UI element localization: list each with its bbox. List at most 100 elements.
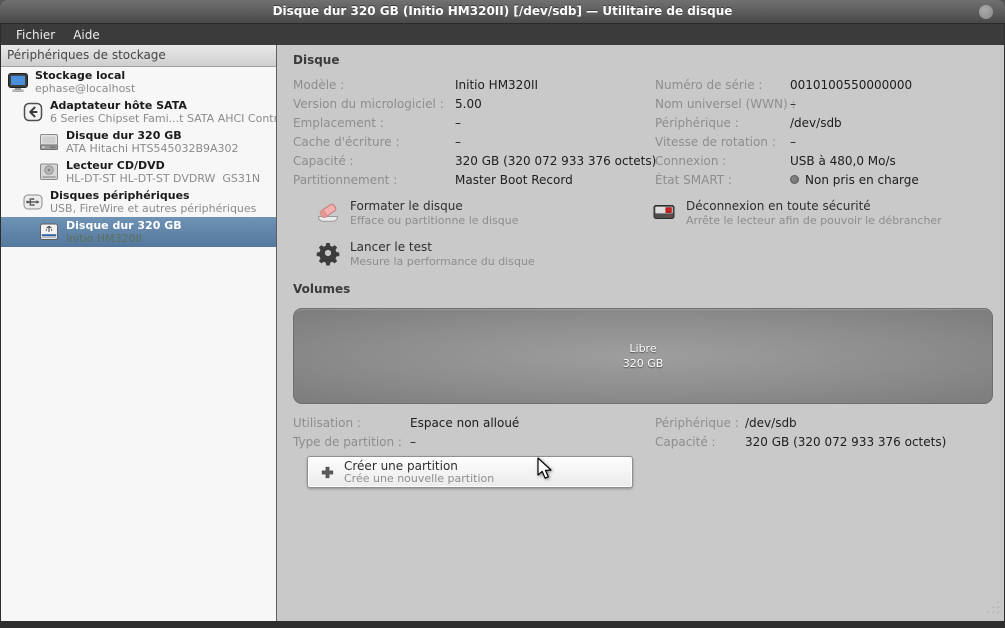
field-value: Espace non alloué bbox=[410, 416, 519, 430]
action-title: Déconnexion en toute sécurité bbox=[686, 199, 942, 214]
sidebar-item-disque-dur-320gb-ata[interactable]: Disque dur 320 GBATA Hitachi HTS545032B9… bbox=[1, 127, 276, 157]
disk-fields-right: Numéro de série :0010100550000000Nom uni… bbox=[655, 75, 992, 189]
resize-grip[interactable] bbox=[985, 599, 1002, 620]
usb-icon bbox=[22, 191, 44, 213]
field-row: Connexion :USB à 480,0 Mo/s bbox=[655, 151, 992, 170]
gear-icon bbox=[315, 240, 341, 266]
field-label: Numéro de série : bbox=[655, 78, 790, 92]
field-row: Vitesse de rotation :– bbox=[655, 132, 992, 151]
titlebar[interactable]: Disque dur 320 GB (Initio HM320II) [/dev… bbox=[0, 0, 1005, 24]
field-label: Périphérique : bbox=[655, 416, 745, 430]
create-partition-subtitle: Crée une nouvelle partition bbox=[344, 473, 494, 485]
sata-adapter-icon bbox=[22, 101, 44, 123]
sidebar-item-title: Adaptateur hôte SATA bbox=[50, 99, 276, 112]
field-row: Utilisation :Espace non alloué bbox=[293, 413, 655, 432]
volume-fields: Utilisation :Espace non allouéType de pa… bbox=[293, 413, 992, 451]
create-partition-title: Créer une partition bbox=[344, 460, 494, 473]
field-row: Type de partition :– bbox=[293, 432, 655, 451]
main-panel: Disque Modèle :Initio HM320IIVersion du … bbox=[277, 45, 1004, 621]
sidebar-item-title: Disques périphériques bbox=[50, 189, 256, 202]
menu-fichier[interactable]: Fichier bbox=[7, 26, 64, 44]
benchmark-button[interactable]: Lancer le testMesure la performance du d… bbox=[315, 240, 651, 268]
volume-free-label: Libre bbox=[629, 341, 656, 356]
disk-utility-window: Disque dur 320 GB (Initio HM320II) [/dev… bbox=[0, 0, 1005, 628]
field-label: Capacité : bbox=[293, 154, 455, 168]
volume-free-segment[interactable]: Libre 320 GB bbox=[293, 308, 993, 404]
disk-fields-left: Modèle :Initio HM320IIVersion du microlo… bbox=[293, 75, 655, 189]
sidebar-item-subtitle: 6 Series Chipset Fami...t SATA AHCI Cont… bbox=[50, 112, 276, 125]
field-value: 0010100550000000 bbox=[790, 78, 912, 92]
window-title: Disque dur 320 GB (Initio HM320II) [/dev… bbox=[0, 0, 1005, 23]
field-row: Modèle :Initio HM320II bbox=[293, 75, 655, 94]
field-label: Nom universel (WWN) : bbox=[655, 97, 790, 111]
create-partition-button[interactable]: Créer une partition Crée une nouvelle pa… bbox=[307, 456, 633, 488]
sidebar-item-adaptateur-hote-sata[interactable]: Adaptateur hôte SATA6 Series Chipset Fam… bbox=[1, 97, 276, 127]
sidebar-item-subtitle: ephase@localhost bbox=[35, 82, 135, 95]
volume-fields-right: Périphérique :/dev/sdbCapacité :320 GB (… bbox=[655, 413, 992, 451]
sidebar-item-stockage-local[interactable]: Stockage localephase@localhost bbox=[1, 67, 276, 97]
field-value: /dev/sdb bbox=[790, 116, 842, 130]
sidebar-item-subtitle: HL-DT-ST HL-DT-ST DVDRW GS31N bbox=[66, 172, 260, 185]
sidebar-item-title: Disque dur 320 GB bbox=[66, 219, 182, 232]
action-subtitle: Arrête le lecteur afin de pouvoir le déb… bbox=[686, 214, 942, 227]
field-label: Périphérique : bbox=[655, 116, 790, 130]
field-label: Vitesse de rotation : bbox=[655, 135, 790, 149]
sidebar-item-subtitle: Initio HM320II bbox=[66, 232, 182, 245]
action-title: Lancer le test bbox=[350, 240, 535, 255]
sidebar-item-lecteur-cd-dvd[interactable]: Lecteur CD/DVDHL-DT-ST HL-DT-ST DVDRW GS… bbox=[1, 157, 276, 187]
field-row: Numéro de série :0010100550000000 bbox=[655, 75, 992, 94]
field-value: 320 GB (320 072 933 376 octets) bbox=[745, 435, 946, 449]
disk-fields: Modèle :Initio HM320IIVersion du microlo… bbox=[293, 75, 992, 189]
usb-drive-icon bbox=[38, 221, 60, 243]
sidebar-item-disque-dur-320gb-usb[interactable]: Disque dur 320 GBInitio HM320II bbox=[1, 217, 276, 247]
field-value: 320 GB (320 072 933 376 octets) bbox=[455, 154, 656, 168]
computer-icon bbox=[7, 71, 29, 93]
field-label: Modèle : bbox=[293, 78, 455, 92]
field-value: – bbox=[790, 135, 796, 149]
action-title: Formater le disque bbox=[350, 199, 519, 214]
field-row: Périphérique :/dev/sdb bbox=[655, 413, 992, 432]
field-row: Capacité :320 GB (320 072 933 376 octets… bbox=[655, 432, 992, 451]
field-label: Utilisation : bbox=[293, 416, 410, 430]
field-value: Non pris en charge bbox=[790, 173, 919, 187]
hard-disk-icon bbox=[38, 131, 60, 153]
smart-status-dot-icon bbox=[790, 175, 799, 184]
disk-section-heading: Disque bbox=[293, 53, 992, 67]
device-tree: Stockage localephase@localhostAdaptateur… bbox=[1, 67, 276, 247]
eraser-icon bbox=[315, 199, 341, 225]
field-row: Partitionnement :Master Boot Record bbox=[293, 170, 655, 189]
window-control-button[interactable] bbox=[979, 5, 993, 19]
field-label: Emplacement : bbox=[293, 116, 455, 130]
field-value: – bbox=[410, 435, 416, 449]
field-label: Type de partition : bbox=[293, 435, 410, 449]
field-value: – bbox=[790, 97, 796, 111]
action-subtitle: Efface ou partitionne le disque bbox=[350, 214, 519, 227]
field-value: 5.00 bbox=[455, 97, 482, 111]
field-label: Connexion : bbox=[655, 154, 790, 168]
action-subtitle: Mesure la performance du disque bbox=[350, 255, 535, 268]
field-label: État SMART : bbox=[655, 173, 790, 187]
disk-actions: Formater le disqueEfface ou partitionne … bbox=[315, 199, 992, 268]
safe-removal-button[interactable]: Déconnexion en toute sécuritéArrête le l… bbox=[651, 199, 992, 227]
field-row: Version du micrologiciel :5.00 bbox=[293, 94, 655, 113]
field-value: – bbox=[455, 135, 461, 149]
sidebar-item-title: Lecteur CD/DVD bbox=[66, 159, 260, 172]
mouse-cursor bbox=[536, 457, 556, 484]
plus-icon bbox=[320, 465, 335, 480]
field-value: /dev/sdb bbox=[745, 416, 797, 430]
field-row: Périphérique :/dev/sdb bbox=[655, 113, 992, 132]
field-value: USB à 480,0 Mo/s bbox=[790, 154, 896, 168]
device-sidebar: Périphériques de stockage Stockage local… bbox=[1, 45, 277, 621]
field-value: Initio HM320II bbox=[455, 78, 538, 92]
cd-drive-icon bbox=[38, 161, 60, 183]
sidebar-item-title: Disque dur 320 GB bbox=[66, 129, 239, 142]
volumes-section-heading: Volumes bbox=[293, 282, 992, 296]
format-disk-button[interactable]: Formater le disqueEfface ou partitionne … bbox=[315, 199, 651, 227]
field-label: Capacité : bbox=[655, 435, 745, 449]
sidebar-header: Périphériques de stockage bbox=[1, 45, 276, 67]
sidebar-item-disques-peripheriques[interactable]: Disques périphériquesUSB, FireWire et au… bbox=[1, 187, 276, 217]
menu-aide[interactable]: Aide bbox=[64, 26, 109, 44]
sidebar-item-title: Stockage local bbox=[35, 69, 135, 82]
field-label: Partitionnement : bbox=[293, 173, 455, 187]
sidebar-item-subtitle: ATA Hitachi HTS545032B9A302 bbox=[66, 142, 239, 155]
